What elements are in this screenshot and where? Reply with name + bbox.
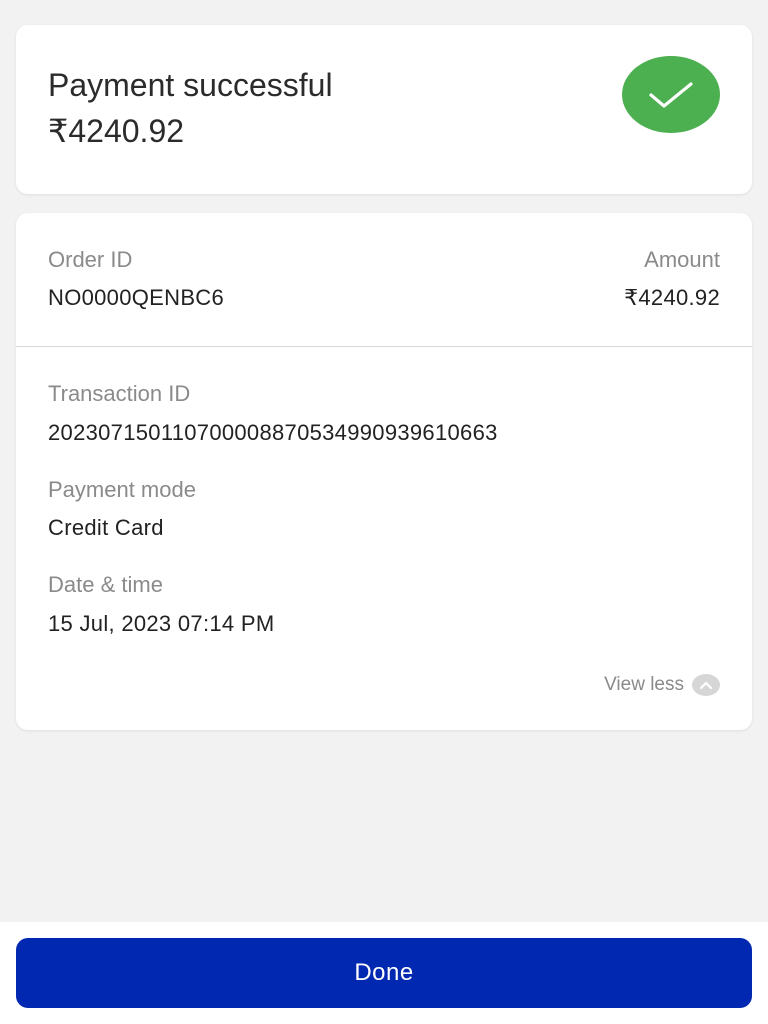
- transaction-id-label: Transaction ID: [48, 381, 191, 406]
- date-time-value: 15 Jul, 2023 07:14 PM: [48, 611, 275, 636]
- amount-label: Amount: [644, 247, 720, 272]
- date-time-label: Date & time: [48, 572, 163, 597]
- transaction-details-card: Order ID NO0000QENBC6 Amount ₹4240.92 Tr…: [16, 213, 752, 730]
- view-less-toggle[interactable]: View less: [604, 673, 720, 697]
- payment-mode-value: Credit Card: [48, 515, 164, 540]
- payment-mode-label: Payment mode: [48, 477, 196, 502]
- payment-status-card: Payment successful ₹4240.92: [16, 25, 752, 194]
- payment-success-screen: Payment successful ₹4240.92 Order ID NO0…: [0, 0, 768, 1024]
- status-title: Payment successful: [48, 67, 333, 103]
- view-less-label: View less: [604, 674, 684, 695]
- order-id-label: Order ID: [48, 247, 133, 272]
- order-id-value: NO0000QENBC6: [48, 285, 225, 310]
- amount-value: ₹4240.92: [624, 285, 720, 310]
- success-badge: [622, 56, 720, 133]
- chevron-up-icon: [692, 674, 720, 696]
- check-icon: [649, 81, 693, 108]
- transaction-id-value: 202307150110700008870534990939610663: [48, 420, 498, 445]
- details-divider: [16, 346, 752, 347]
- status-amount: ₹4240.92: [48, 113, 185, 149]
- done-button[interactable]: Done: [16, 938, 752, 1008]
- footer-bar: Done: [0, 922, 768, 1024]
